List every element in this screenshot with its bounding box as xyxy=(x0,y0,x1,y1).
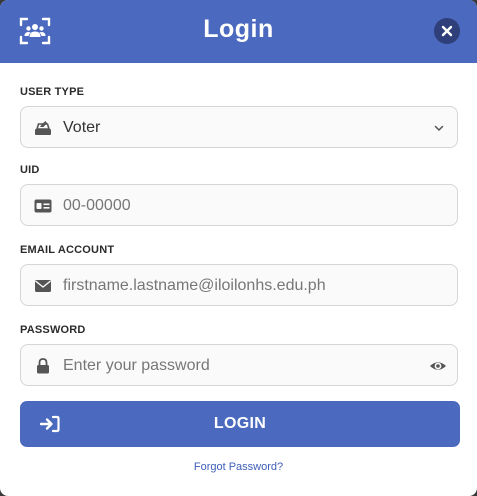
user-type-select[interactable]: Voter xyxy=(20,106,458,148)
user-type-label: USER TYPE xyxy=(20,86,85,98)
uid-label: UID xyxy=(20,164,40,176)
email-field[interactable]: firstname.lastname@iloilonhs.edu.ph xyxy=(20,264,458,306)
password-input[interactable]: Enter your password xyxy=(63,357,210,375)
lock-icon xyxy=(34,357,52,375)
uid-input[interactable]: 00-00000 xyxy=(63,197,131,215)
modal-title: Login xyxy=(203,15,274,43)
forgot-password-link[interactable]: Forgot Password? xyxy=(0,461,477,473)
chevron-down-icon xyxy=(433,121,445,133)
user-type-value: Voter xyxy=(63,119,101,136)
uid-field[interactable]: 00-00000 xyxy=(20,184,458,226)
envelope-icon xyxy=(34,277,52,295)
close-button[interactable] xyxy=(434,18,460,44)
password-field[interactable]: Enter your password xyxy=(20,344,458,386)
email-label: EMAIL ACCOUNT xyxy=(20,244,115,256)
login-button-label: LOGIN xyxy=(213,415,267,432)
close-icon xyxy=(441,25,453,37)
login-modal: Login USER TYPE Voter UID 00-00000 EMAIL… xyxy=(0,0,477,496)
modal-header: Login xyxy=(0,0,477,63)
eye-icon[interactable] xyxy=(429,357,447,375)
email-input[interactable]: firstname.lastname@iloilonhs.edu.ph xyxy=(63,277,326,295)
id-card-icon xyxy=(34,197,52,215)
password-label: PASSWORD xyxy=(20,324,86,336)
ballot-box-icon xyxy=(34,119,52,137)
login-button[interactable]: LOGIN xyxy=(20,401,460,447)
